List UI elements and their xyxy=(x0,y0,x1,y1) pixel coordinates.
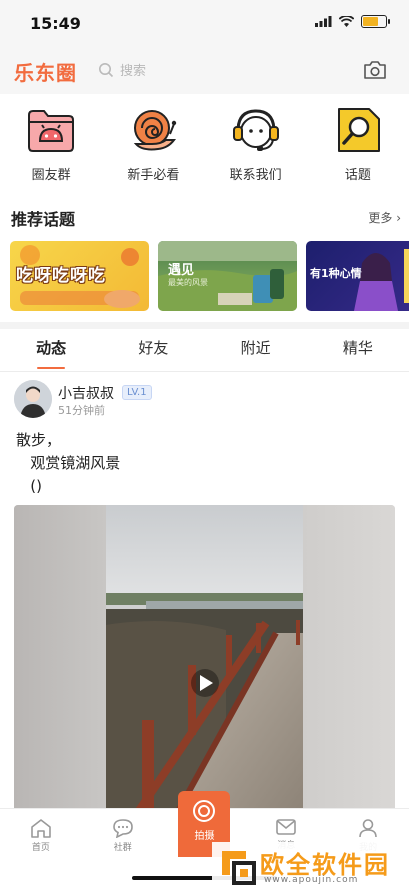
home-icon xyxy=(31,819,51,838)
search-bar[interactable]: 搜索 xyxy=(98,60,146,79)
post-video[interactable] xyxy=(14,505,395,815)
quick-link-label: 联系我们 xyxy=(229,168,282,183)
topic-card-title: 遇见 xyxy=(168,263,195,278)
video-thumbnail xyxy=(106,505,303,815)
quick-link-label: 圈友群 xyxy=(31,168,71,183)
nav-label: 社群 xyxy=(113,843,132,853)
post-username[interactable]: 小吉叔叔 xyxy=(58,383,114,403)
video-blur-right xyxy=(303,505,395,815)
quick-link-contact[interactable]: 联系我们 xyxy=(205,104,307,190)
section-title: 推荐话题 xyxy=(11,210,76,229)
status-bar: 15:49 xyxy=(0,0,409,48)
quick-link-topics[interactable]: 话题 xyxy=(307,104,409,190)
chat-icon xyxy=(112,819,133,838)
post-header: 小吉叔叔 LV.1 51分钟前 xyxy=(14,380,394,420)
tab-friends[interactable]: 好友 xyxy=(102,329,204,371)
signal-icon xyxy=(315,16,332,27)
section-divider xyxy=(0,322,409,329)
watermark-url: www.apoujin.com xyxy=(264,875,359,885)
app-title: 乐东圈 xyxy=(14,61,77,85)
quick-link-label: 新手必看 xyxy=(127,168,180,183)
nav-home[interactable]: 首页 xyxy=(0,809,82,865)
search-placeholder: 搜索 xyxy=(120,64,147,79)
nav-label: 首页 xyxy=(31,843,50,853)
status-time: 15:49 xyxy=(30,14,81,33)
headset-icon xyxy=(232,109,279,151)
camera-icon xyxy=(364,61,386,79)
battery-icon xyxy=(361,15,390,28)
message-icon xyxy=(276,819,297,835)
quick-link-label: 话题 xyxy=(344,168,371,183)
snail-icon xyxy=(134,110,177,151)
video-blur-left xyxy=(14,505,106,815)
search-icon xyxy=(99,62,114,77)
android-folder-icon xyxy=(28,110,75,152)
tab-featured[interactable]: 精华 xyxy=(307,329,409,371)
topic-card-title: 吃呀吃呀吃 xyxy=(16,266,106,286)
camera-button[interactable] xyxy=(363,60,387,84)
quick-link-newbie[interactable]: 新手必看 xyxy=(102,104,204,190)
quick-link-group[interactable]: 圈友群 xyxy=(0,104,102,190)
search-topic-icon xyxy=(337,108,380,152)
feed-tabs: 动态 好友 附近 精华 xyxy=(0,329,409,372)
nav-label: 拍摄 xyxy=(194,831,215,842)
topic-card-subtitle: 最美的风景 xyxy=(168,278,208,287)
more-link[interactable]: 更多 › xyxy=(368,209,401,226)
shoot-icon xyxy=(193,800,216,822)
quick-links: 圈友群 新手必看 联系我们 话题 xyxy=(0,104,409,190)
app-header: 乐东圈 搜索 xyxy=(0,48,409,94)
avatar[interactable] xyxy=(14,380,52,418)
level-badge: LV.1 xyxy=(122,385,152,400)
topic-card[interactable]: 遇见 最美的风景 xyxy=(158,241,297,311)
tab-feed[interactable]: 动态 xyxy=(0,329,102,371)
wifi-icon xyxy=(339,16,354,27)
post-text: 散步， 观赏镜湖风景 () xyxy=(16,431,121,495)
nav-community[interactable]: 社群 xyxy=(82,809,164,865)
post-time: 51分钟前 xyxy=(58,404,105,417)
topic-card[interactable]: 有1种心情 xyxy=(306,241,409,311)
topic-card[interactable]: 吃呀吃呀吃 xyxy=(10,241,149,311)
user-avatar-icon xyxy=(14,380,52,418)
topic-carousel: 吃呀吃呀吃 遇见 最美的风景 有1种心情 xyxy=(10,241,409,311)
topic-card-title: 有1种心情 xyxy=(310,267,362,280)
video-frame xyxy=(106,505,303,815)
watermark-logo-icon xyxy=(222,851,256,885)
status-icons xyxy=(315,15,390,28)
watermark: 欧全软件园 www.apoujin.com xyxy=(212,842,409,891)
profile-icon xyxy=(359,819,377,838)
tab-nearby[interactable]: 附近 xyxy=(205,329,307,371)
